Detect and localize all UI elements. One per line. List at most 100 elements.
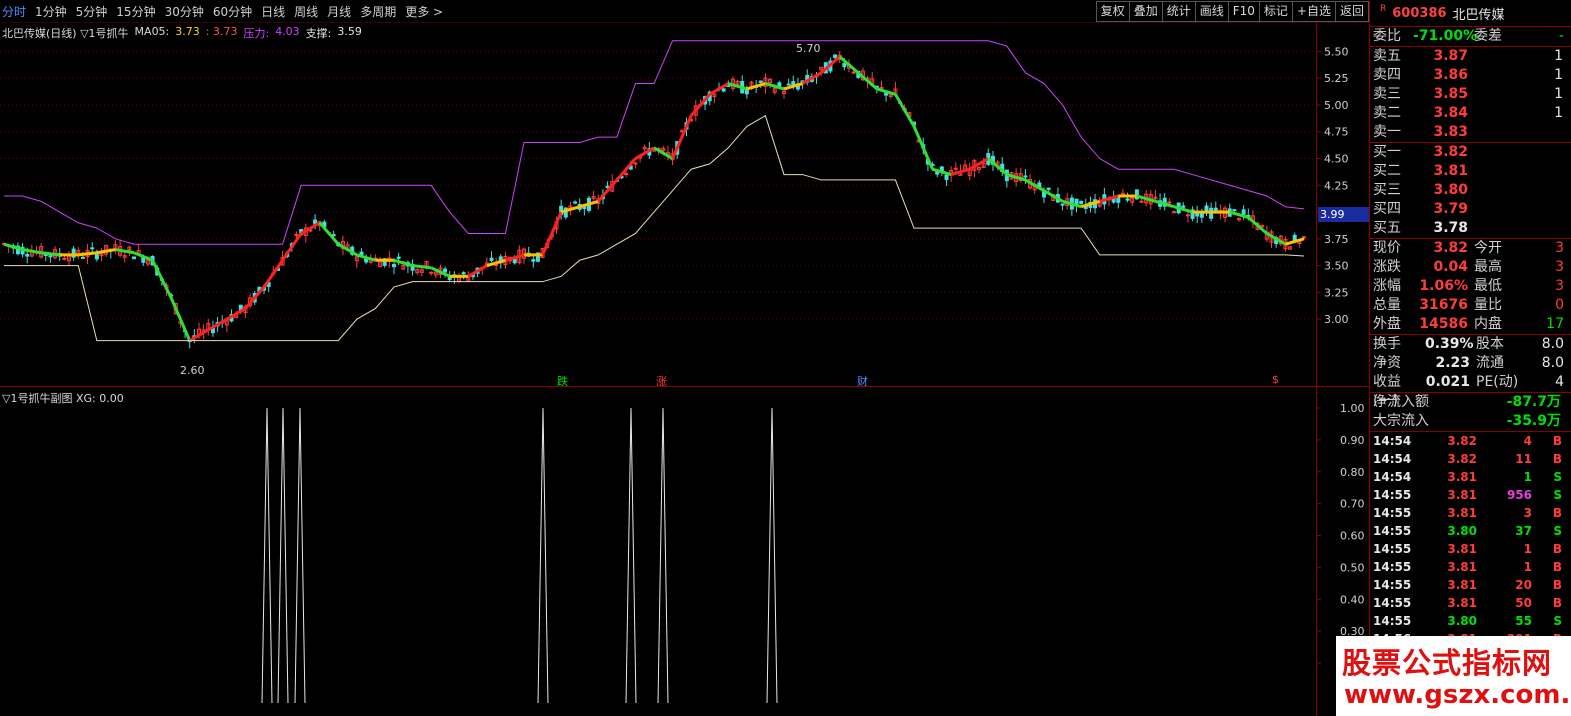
candle-body <box>489 257 494 261</box>
draw-button[interactable]: 画线 <box>1195 1 1229 22</box>
mark-button[interactable]: 标记 <box>1259 1 1293 22</box>
y-tick-label: 1.00 <box>1340 402 1365 415</box>
candle-body <box>1060 203 1065 206</box>
trade-row: 14:55 3.80 37 S <box>1370 522 1571 540</box>
candle-body <box>1139 200 1144 203</box>
trade-time: 14:55 <box>1373 524 1412 538</box>
quote-value-2: 17 <box>1546 316 1564 332</box>
ask-volume <box>1468 123 1563 142</box>
trade-volume: 3 <box>1523 506 1532 520</box>
bid-price: 3.80 <box>1433 182 1468 198</box>
ma05-segment <box>894 93 916 128</box>
fund-value: 0.39% <box>1425 336 1474 352</box>
quote-row: 外盘 14586 内盘 17 <box>1370 315 1571 334</box>
tab-timeshare[interactable]: 分时 <box>2 3 26 20</box>
trade-price: 3.80 <box>1447 524 1477 538</box>
candle-body <box>531 259 536 262</box>
bid-row[interactable]: 买一 3.82 <box>1370 143 1571 162</box>
tab-multi-period[interactable]: 多周期 <box>360 3 396 20</box>
tab-monthly[interactable]: 月线 <box>327 3 351 20</box>
trade-price: 3.81 <box>1447 560 1477 574</box>
ask-row[interactable]: 卖五 3.87 1 <box>1370 47 1571 66</box>
trade-price: 3.81 <box>1447 596 1477 610</box>
ask-row[interactable]: 卖一 3.83 <box>1370 123 1571 142</box>
trade-volume: 1 <box>1523 560 1532 574</box>
quote-row: 现价 3.82 今开 3 <box>1370 239 1571 258</box>
candle-body <box>758 80 763 83</box>
candle-body <box>443 268 448 273</box>
y-tick-label: 5.25 <box>1324 72 1349 85</box>
trade-row: 14:54 3.81 1 S <box>1370 468 1571 486</box>
candle-body <box>842 63 847 68</box>
ask-row[interactable]: 卖四 3.86 1 <box>1370 66 1571 85</box>
watermark-line1: 股票公式指标网 <box>1342 646 1553 680</box>
y-tick-label: 0.40 <box>1340 593 1365 606</box>
tab-5min[interactable]: 5分钟 <box>76 3 108 20</box>
fund-row: 收益(一) 0.021 PE(动) 4 <box>1370 373 1571 409</box>
trade-time: 14:54 <box>1373 452 1412 466</box>
candle-body <box>573 201 578 204</box>
trade-row: 14:55 3.81 20 B <box>1370 576 1571 594</box>
stock-code[interactable]: 600386 <box>1392 6 1446 21</box>
tab-1min[interactable]: 1分钟 <box>35 3 67 20</box>
candle-body <box>624 173 629 176</box>
bid-volume <box>1468 181 1563 200</box>
ask-row[interactable]: 卖二 3.84 1 <box>1370 104 1571 123</box>
add-watchlist-button[interactable]: +自选 <box>1292 1 1336 22</box>
ma05-segment <box>690 93 711 117</box>
ask-row[interactable]: 卖三 3.85 1 <box>1370 85 1571 104</box>
tab-30min[interactable]: 30分钟 <box>165 3 204 20</box>
bid-row[interactable]: 买五 3.78 <box>1370 219 1571 238</box>
stock-header: R 600386 北巴传媒 <box>1370 0 1571 27</box>
y-tick-label: 3.50 <box>1324 260 1349 273</box>
ask-level-label: 卖四 <box>1373 67 1401 83</box>
bid-row[interactable]: 买二 3.81 <box>1370 162 1571 181</box>
adjust-button[interactable]: 复权 <box>1095 1 1130 22</box>
bid-book: 买一 3.82 买二 3.81 买三 3.80 买四 3.79 买五 3.78 <box>1370 143 1571 239</box>
ask-price: 3.85 <box>1433 86 1468 102</box>
ma05-segment <box>318 221 340 246</box>
high-price-label: 5.70 <box>796 42 821 55</box>
kline-chart[interactable]: 5.505.255.004.754.504.254.003.753.503.25… <box>0 22 1369 386</box>
ma05-segment <box>96 248 116 255</box>
bid-row[interactable]: 买四 3.79 <box>1370 200 1571 219</box>
overlay-button[interactable]: 叠加 <box>1129 1 1163 22</box>
tab-weekly[interactable]: 周线 <box>294 3 318 20</box>
order-ratio-row: 委比 -71.00% 委差 - <box>1370 27 1571 47</box>
back-button[interactable]: 返回 <box>1335 1 1369 22</box>
trade-volume: 50 <box>1515 596 1532 610</box>
trade-volume: 55 <box>1515 614 1532 628</box>
stats-button[interactable]: 统计 <box>1162 1 1196 22</box>
bid-price: 3.81 <box>1433 163 1468 179</box>
tab-60min[interactable]: 60分钟 <box>213 3 252 20</box>
trade-time: 14:55 <box>1373 596 1412 610</box>
y-tick-label: 3.75 <box>1324 233 1349 246</box>
trade-side: B <box>1552 452 1562 466</box>
tab-more[interactable]: 更多 > <box>405 3 443 20</box>
ask-price: 3.83 <box>1433 124 1468 140</box>
quote-value-2: 0 <box>1555 297 1564 313</box>
tab-15min[interactable]: 15分钟 <box>116 3 155 20</box>
quote-panel: R 600386 北巴传媒 委比 -71.00% 委差 - 卖五 3.87 1 卖四 3… <box>1369 0 1571 716</box>
tab-daily[interactable]: 日线 <box>261 3 285 20</box>
panel-divider <box>0 386 1369 387</box>
ask-level-label: 卖三 <box>1373 86 1401 102</box>
event-dollar-marker[interactable]: $ <box>1272 373 1279 386</box>
bid-price: 3.78 <box>1433 220 1468 236</box>
ask-level-label: 卖五 <box>1373 48 1401 64</box>
y-tick-label: 4.75 <box>1324 126 1349 139</box>
stock-name[interactable]: 北巴传媒 <box>1453 4 1505 23</box>
candle-body <box>879 86 884 89</box>
candle-body <box>1079 200 1084 204</box>
f10-button[interactable]: F10 <box>1228 1 1260 22</box>
bid-row[interactable]: 买三 3.80 <box>1370 181 1571 200</box>
signal-spike <box>766 407 778 704</box>
candle-body <box>392 264 396 268</box>
y-tick-label: 0.90 <box>1340 434 1365 447</box>
quote-label: 涨跌 <box>1373 259 1401 275</box>
signal-subchart[interactable]: 1.000.900.800.700.600.500.400.300.20 <box>0 398 1369 716</box>
quote-label-2: 今开 <box>1474 240 1502 256</box>
quote-label: 现价 <box>1373 240 1401 256</box>
ma05-segment <box>40 251 60 257</box>
quote-value: 14586 <box>1419 316 1468 332</box>
